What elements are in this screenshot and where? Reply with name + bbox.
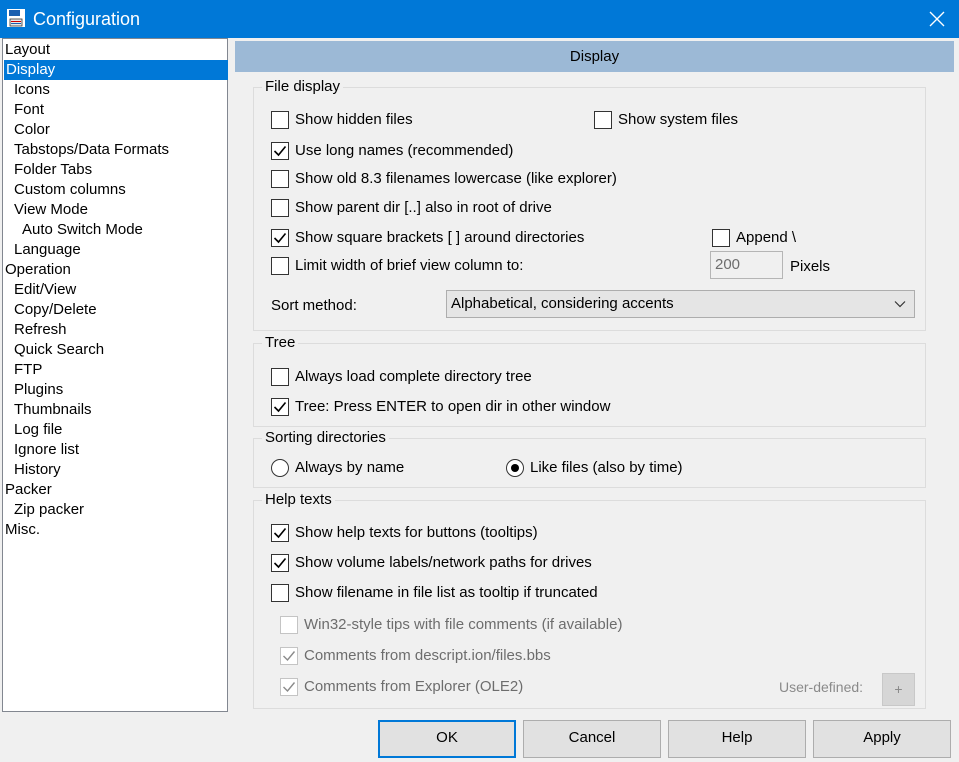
descript-comments-label: Comments from descript.ion/files.bbs xyxy=(304,647,551,664)
old-83-filenames-label: Show old 8.3 filenames lowercase (like e… xyxy=(295,170,617,187)
tree-item-font[interactable]: Font xyxy=(14,100,44,120)
close-button[interactable] xyxy=(913,0,959,38)
like-files-radio[interactable] xyxy=(506,459,524,477)
file-display-legend: File display xyxy=(262,78,344,96)
tree-item-thumbnails[interactable]: Thumbnails xyxy=(14,400,92,420)
sorting-directories-legend: Sorting directories xyxy=(262,429,389,447)
settings-tree: Layout Display Icons Font Color Tabstops… xyxy=(2,38,228,712)
tree-item-refresh[interactable]: Refresh xyxy=(14,320,67,340)
square-brackets-label: Show square brackets [ ] around director… xyxy=(295,229,585,246)
explorer-comments-checkbox[interactable] xyxy=(280,678,298,696)
tree-item-misc[interactable]: Misc. xyxy=(5,520,40,540)
tree-item-quick-search[interactable]: Quick Search xyxy=(14,340,104,360)
tree-item-ftp[interactable]: FTP xyxy=(14,360,42,380)
tree-press-enter-label: Tree: Press ENTER to open dir in other w… xyxy=(295,398,611,415)
checkmark-icon xyxy=(273,527,287,539)
append-backslash-label: Append \ xyxy=(736,229,797,246)
window-title: Configuration xyxy=(33,9,141,29)
tree-item-color[interactable]: Color xyxy=(14,120,50,140)
like-files-label: Like files (also by time) xyxy=(530,459,683,476)
tree-item-edit-view[interactable]: Edit/View xyxy=(14,280,76,300)
checkmark-icon xyxy=(283,651,296,662)
win32-tips-checkbox[interactable] xyxy=(280,616,298,634)
use-long-names-checkbox[interactable] xyxy=(271,142,289,160)
pixels-unit-label: Pixels xyxy=(790,258,831,275)
title-bar: Configuration xyxy=(0,0,959,38)
tooltips-label: Show help texts for buttons (tooltips) xyxy=(295,524,538,541)
tree-item-packer[interactable]: Packer xyxy=(5,480,52,500)
tree-item-custom-columns[interactable]: Custom columns xyxy=(14,180,126,200)
tree-item-ignore-list[interactable]: Ignore list xyxy=(14,440,79,460)
square-brackets-checkbox[interactable] xyxy=(271,229,289,247)
parent-dir-root-checkbox[interactable] xyxy=(271,199,289,217)
tree-press-enter-checkbox[interactable] xyxy=(271,398,289,416)
filename-tooltip-label: Show filename in file list as tooltip if… xyxy=(295,584,598,601)
close-icon xyxy=(929,11,945,27)
always-by-name-label: Always by name xyxy=(295,459,405,476)
floppy-disk-icon xyxy=(7,9,25,27)
apply-button[interactable]: Apply xyxy=(813,720,951,758)
show-hidden-files-checkbox[interactable] xyxy=(271,111,289,129)
user-defined-add-button[interactable]: + xyxy=(882,673,915,706)
limit-width-checkbox[interactable] xyxy=(271,257,289,275)
tree-item-layout[interactable]: Layout xyxy=(5,40,50,60)
tree-item-auto-switch-mode[interactable]: Auto Switch Mode xyxy=(22,220,143,240)
tree-item-plugins[interactable]: Plugins xyxy=(14,380,63,400)
tree-item-zip-packer[interactable]: Zip packer xyxy=(14,500,84,520)
tree-item-copy-delete[interactable]: Copy/Delete xyxy=(14,300,97,320)
help-button[interactable]: Help xyxy=(668,720,806,758)
column-width-input[interactable]: 200 xyxy=(710,251,783,279)
ok-button[interactable]: OK xyxy=(378,720,516,758)
radio-selected-dot xyxy=(511,464,519,472)
tree-item-view-mode[interactable]: View Mode xyxy=(14,200,88,220)
old-83-filenames-checkbox[interactable] xyxy=(271,170,289,188)
tree-item-icons[interactable]: Icons xyxy=(14,80,50,100)
use-long-names-label: Use long names (recommended) xyxy=(295,142,514,159)
tree-item-history[interactable]: History xyxy=(14,460,61,480)
tree-options-legend: Tree xyxy=(262,334,299,352)
tooltips-checkbox[interactable] xyxy=(271,524,289,542)
help-texts-legend: Help texts xyxy=(262,491,335,509)
always-by-name-radio[interactable] xyxy=(271,459,289,477)
checkmark-icon xyxy=(273,557,287,569)
win32-tips-label: Win32-style tips with file comments (if … xyxy=(304,616,623,633)
tree-item-operation[interactable]: Operation xyxy=(5,260,71,280)
tree-item-tabstops[interactable]: Tabstops/Data Formats xyxy=(14,140,169,160)
show-hidden-files-label: Show hidden files xyxy=(295,111,413,128)
volume-labels-checkbox[interactable] xyxy=(271,554,289,572)
chevron-down-icon xyxy=(894,301,906,308)
tree-item-display[interactable]: Display xyxy=(4,60,228,80)
volume-labels-label: Show volume labels/network paths for dri… xyxy=(295,554,592,571)
sort-method-label: Sort method: xyxy=(271,297,357,314)
show-system-files-label: Show system files xyxy=(618,111,739,128)
tree-item-log-file[interactable]: Log file xyxy=(14,420,62,440)
filename-tooltip-checkbox[interactable] xyxy=(271,584,289,602)
checkmark-icon xyxy=(273,145,287,157)
checkmark-icon xyxy=(273,232,287,244)
tree-item-folder-tabs[interactable]: Folder Tabs xyxy=(14,160,92,180)
checkmark-icon xyxy=(283,682,296,693)
show-system-files-checkbox[interactable] xyxy=(594,111,612,129)
append-backslash-checkbox[interactable] xyxy=(712,229,730,247)
always-load-tree-label: Always load complete directory tree xyxy=(295,368,532,385)
user-defined-label: User-defined: xyxy=(779,679,864,695)
parent-dir-root-label: Show parent dir [..] also in root of dri… xyxy=(295,199,552,216)
tree-item-language[interactable]: Language xyxy=(14,240,81,260)
sort-method-value: Alphabetical, considering accents xyxy=(451,295,674,312)
panel-header: Display xyxy=(235,41,954,72)
descript-comments-checkbox[interactable] xyxy=(280,647,298,665)
checkmark-icon xyxy=(273,401,287,413)
explorer-comments-label: Comments from Explorer (OLE2) xyxy=(304,678,524,695)
limit-width-label: Limit width of brief view column to: xyxy=(295,257,524,274)
cancel-button[interactable]: Cancel xyxy=(523,720,661,758)
always-load-tree-checkbox[interactable] xyxy=(271,368,289,386)
sort-method-select[interactable]: Alphabetical, considering accents xyxy=(446,290,915,318)
